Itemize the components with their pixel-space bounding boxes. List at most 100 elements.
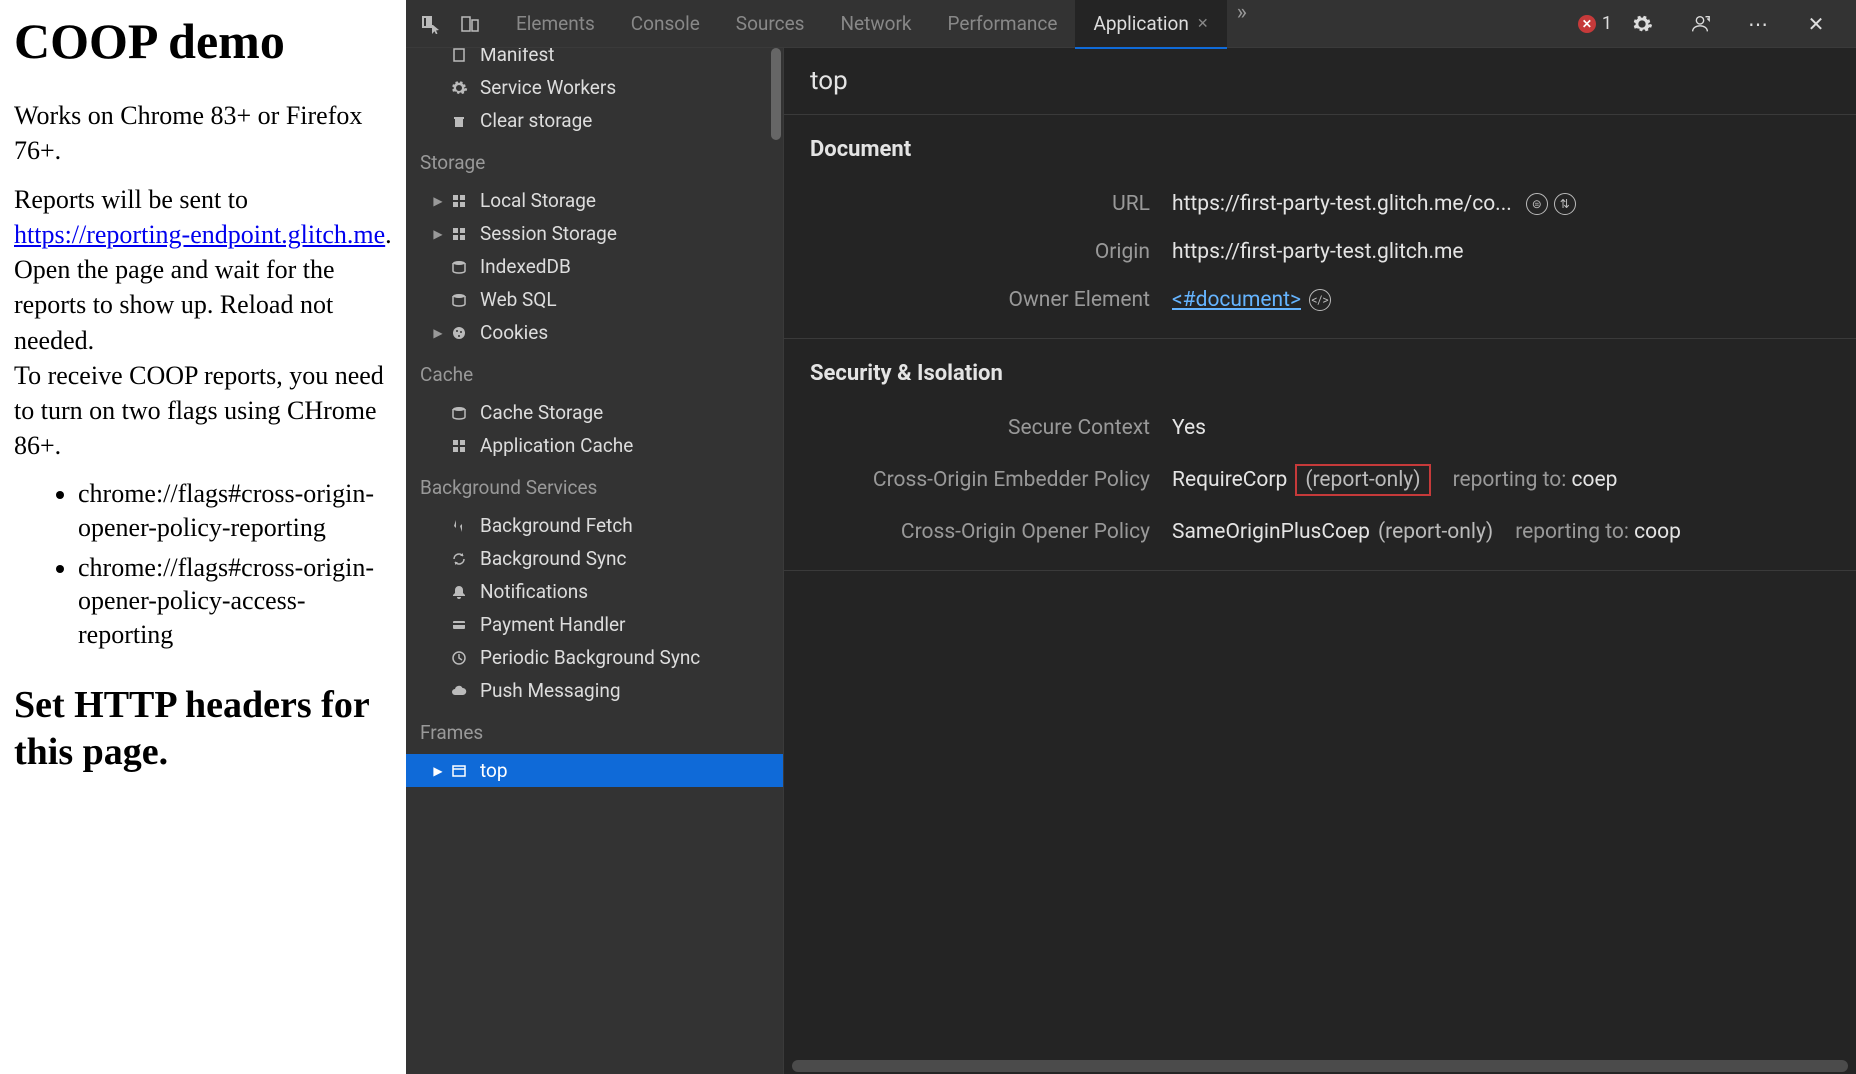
coop-reporting-prefix: reporting to:: [1515, 520, 1634, 544]
horizontal-scrollbar[interactable]: [792, 1060, 1848, 1072]
sidebar-section-cache: Cache: [406, 349, 783, 396]
sidebar-item-label: Application Cache: [480, 434, 633, 457]
coop-reporting-endpoint: coop: [1634, 520, 1681, 544]
label-origin: Origin: [810, 240, 1150, 264]
page-p1-post: .: [385, 220, 392, 249]
sidebar-item-label: Cookies: [480, 321, 548, 344]
application-sidebar: Manifest Service Workers Clear storage S…: [406, 48, 784, 1074]
sidebar-item-label: Session Storage: [480, 222, 617, 245]
row-secure-context: Secure Context Yes: [784, 404, 1856, 452]
section-title-security: Security & Isolation: [784, 339, 1856, 404]
sidebar-item-frames-top[interactable]: ▶ top: [406, 754, 783, 787]
document-icon: [448, 48, 470, 66]
sidebar-item-cookies[interactable]: ▶ Cookies: [406, 316, 783, 349]
value-coop: SameOriginPlusCoep: [1172, 520, 1370, 544]
label-secure-context: Secure Context: [810, 416, 1150, 440]
sidebar-item-service-workers[interactable]: Service Workers: [406, 71, 783, 104]
sidebar-item-indexeddb[interactable]: IndexedDB: [406, 250, 783, 283]
row-url: URL https://first-party-test.glitch.me/c…: [784, 180, 1856, 228]
tab-network[interactable]: Network: [822, 0, 929, 48]
tab-application-label: Application: [1093, 12, 1188, 35]
flag-item-2: chrome://flags#cross-origin-opener-polic…: [78, 551, 392, 652]
page-title: COOP demo: [14, 12, 392, 70]
sidebar-item-cache-storage[interactable]: Cache Storage: [406, 396, 783, 429]
sidebar-item-session-storage[interactable]: ▶ Session Storage: [406, 217, 783, 250]
coop-report-only-badge: (report-only): [1378, 520, 1493, 544]
sidebar-item-label: Push Messaging: [480, 679, 621, 702]
sidebar-section-storage: Storage: [406, 137, 783, 184]
tab-application[interactable]: Application ✕: [1075, 0, 1226, 48]
device-toggle-icon[interactable]: [458, 12, 482, 36]
row-coop: Cross-Origin Opener Policy SameOriginPlu…: [784, 508, 1856, 556]
sidebar-item-local-storage[interactable]: ▶ Local Storage: [406, 184, 783, 217]
frame-icon: [448, 760, 470, 782]
gear-icon[interactable]: [1630, 12, 1654, 36]
coep-reporting-prefix: reporting to:: [1453, 468, 1572, 492]
flags-list: chrome://flags#cross-origin-opener-polic…: [14, 477, 392, 652]
sidebar-item-label: Local Storage: [480, 189, 596, 212]
sidebar-item-label: Web SQL: [480, 288, 557, 311]
sidebar-item-label: Manifest: [480, 48, 555, 66]
grid-icon: [448, 223, 470, 245]
sidebar-item-label: Background Sync: [480, 547, 626, 570]
sidebar-section-bg-services: Background Services: [406, 462, 783, 509]
section-title-document: Document: [784, 115, 1856, 180]
sidebar-item-clear-storage[interactable]: Clear storage: [406, 104, 783, 137]
sidebar-scrollbar[interactable]: [771, 48, 781, 140]
sidebar-item-periodic-bg-sync[interactable]: Periodic Background Sync: [406, 641, 783, 674]
tab-elements[interactable]: Elements: [498, 0, 613, 48]
cookie-icon: [448, 322, 470, 344]
row-origin: Origin https://first-party-test.glitch.m…: [784, 228, 1856, 276]
chevron-right-icon: ▶: [432, 227, 444, 241]
trash-icon: [448, 110, 470, 132]
error-badge[interactable]: ✕ 1: [1578, 13, 1612, 34]
sidebar-item-label: Clear storage: [480, 109, 592, 132]
grid-icon: [448, 435, 470, 457]
sidebar-item-web-sql[interactable]: Web SQL: [406, 283, 783, 316]
coep-reporting-endpoint: coep: [1572, 468, 1618, 492]
reporting-endpoint-link[interactable]: https://reporting-endpoint.glitch.me: [14, 220, 385, 249]
feedback-icon[interactable]: [1688, 12, 1712, 36]
sidebar-item-background-fetch[interactable]: Background Fetch: [406, 509, 783, 542]
clock-icon: [448, 647, 470, 669]
devtools-toolbar: Elements Console Sources Network Perform…: [406, 0, 1856, 48]
label-coop: Cross-Origin Opener Policy: [810, 520, 1150, 544]
label-owner-element: Owner Element: [810, 288, 1150, 312]
reveal-icon[interactable]: ⇅: [1554, 193, 1576, 215]
kebab-icon[interactable]: ⋯: [1746, 12, 1770, 36]
sidebar-item-label: Background Fetch: [480, 514, 633, 537]
sidebar-item-payment-handler[interactable]: Payment Handler: [406, 608, 783, 641]
frame-detail-panel: top Document URL https://first-party-tes…: [784, 48, 1856, 1074]
value-secure-context: Yes: [1172, 416, 1206, 440]
code-icon[interactable]: </>: [1309, 289, 1331, 311]
tab-performance[interactable]: Performance: [930, 0, 1076, 48]
error-count: 1: [1602, 13, 1612, 34]
sidebar-item-background-sync[interactable]: Background Sync: [406, 542, 783, 575]
database-icon: [448, 256, 470, 278]
sidebar-item-notifications[interactable]: Notifications: [406, 575, 783, 608]
sidebar-item-manifest[interactable]: Manifest: [406, 48, 783, 71]
owner-element-link[interactable]: <#document>: [1172, 288, 1301, 312]
label-url: URL: [810, 192, 1150, 216]
sidebar-item-label: Payment Handler: [480, 613, 625, 636]
devtools-tabs: Elements Console Sources Network Perform…: [498, 0, 1578, 48]
sidebar-item-application-cache[interactable]: Application Cache: [406, 429, 783, 462]
flag-item-1: chrome://flags#cross-origin-opener-polic…: [78, 477, 392, 545]
close-icon[interactable]: ✕: [1197, 16, 1209, 32]
row-coep: Cross-Origin Embedder Policy RequireCorp…: [784, 452, 1856, 508]
cloud-icon: [448, 680, 470, 702]
tab-sources[interactable]: Sources: [718, 0, 823, 48]
copy-icon[interactable]: ⊜: [1526, 193, 1548, 215]
section-divider: [784, 570, 1856, 571]
tab-console[interactable]: Console: [613, 0, 718, 48]
more-tabs-icon[interactable]: »: [1237, 0, 1247, 48]
grid-icon: [448, 190, 470, 212]
sidebar-section-frames: Frames: [406, 707, 783, 754]
inspect-element-icon[interactable]: [418, 12, 442, 36]
gear-icon: [448, 77, 470, 99]
chevron-right-icon: ▶: [432, 194, 444, 208]
value-url: https://first-party-test.glitch.me/co...: [1172, 192, 1512, 216]
close-devtools-icon[interactable]: ✕: [1804, 12, 1828, 36]
sidebar-item-push-messaging[interactable]: Push Messaging: [406, 674, 783, 707]
rendered-page: COOP demo Works on Chrome 83+ or Firefox…: [0, 0, 406, 1074]
